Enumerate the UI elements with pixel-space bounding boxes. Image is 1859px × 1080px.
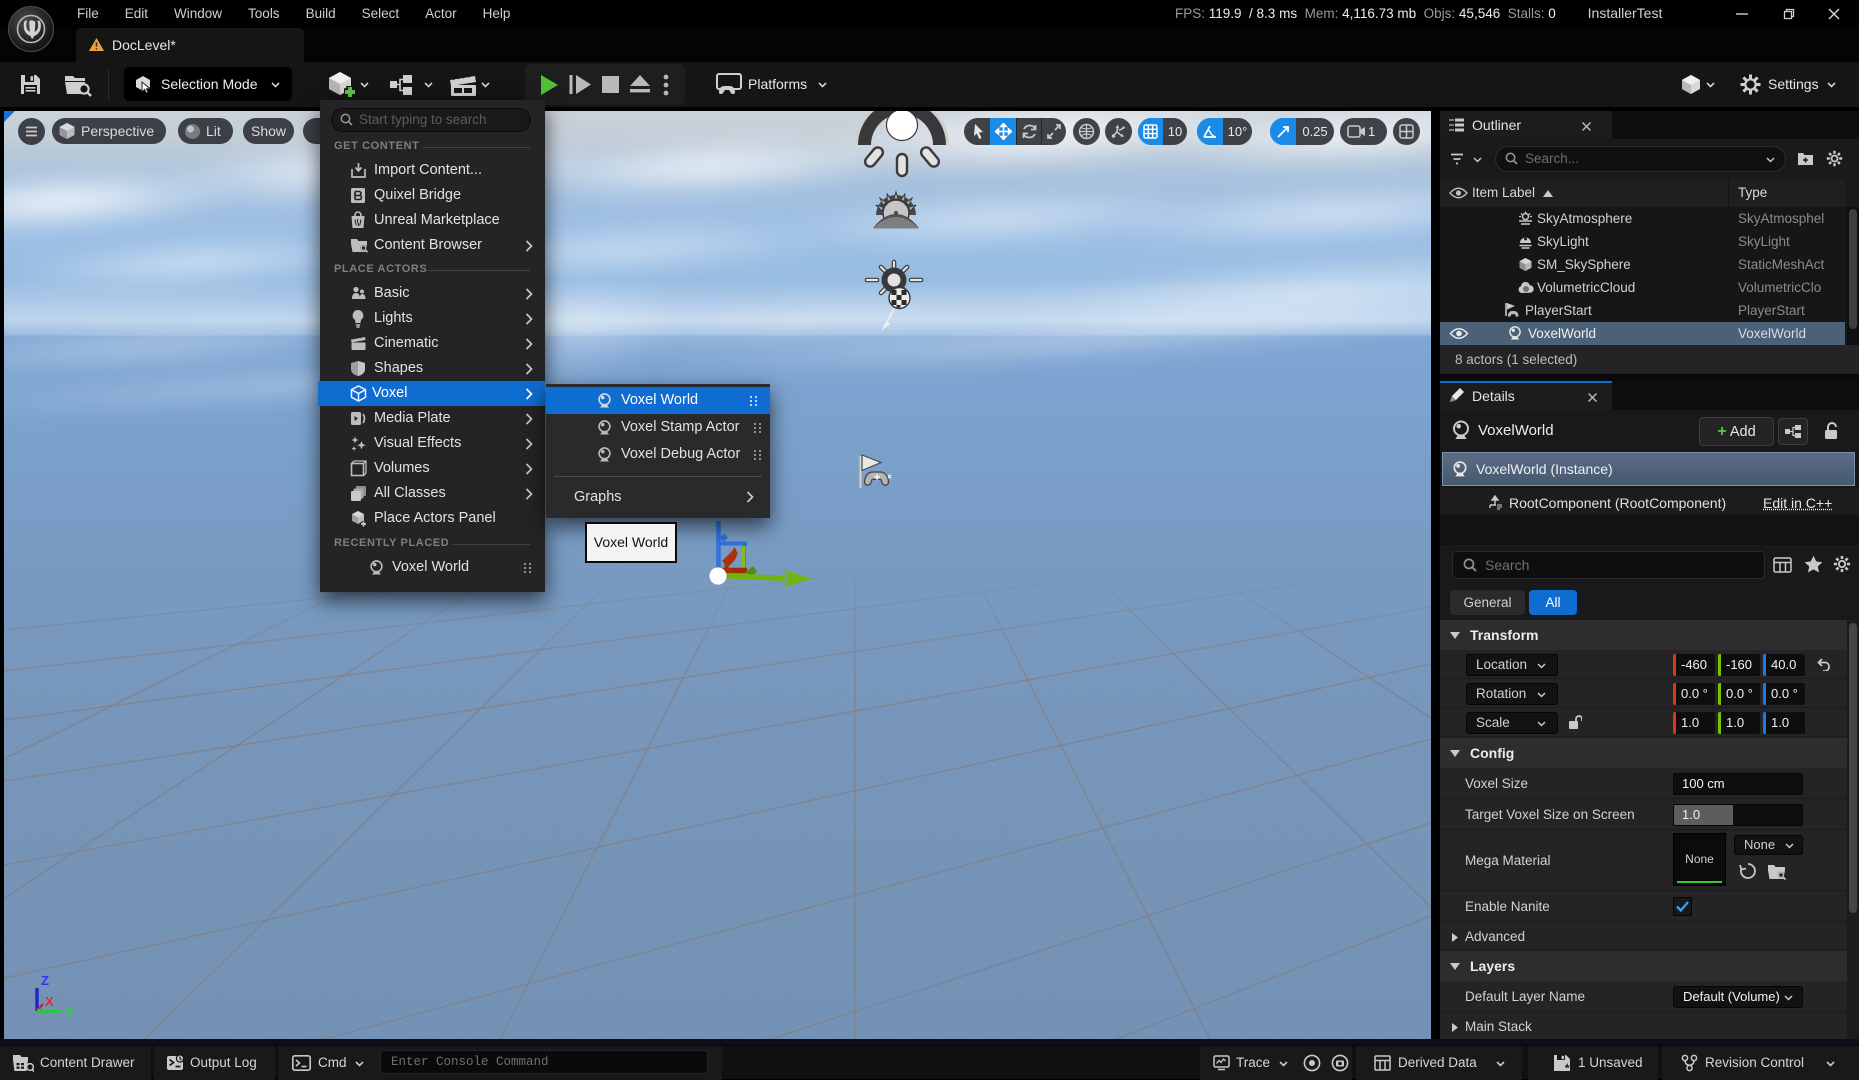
- svg-text:Z: Z: [41, 973, 49, 988]
- svg-text:Y: Y: [65, 1005, 74, 1020]
- svg-text:X: X: [45, 994, 54, 1009]
